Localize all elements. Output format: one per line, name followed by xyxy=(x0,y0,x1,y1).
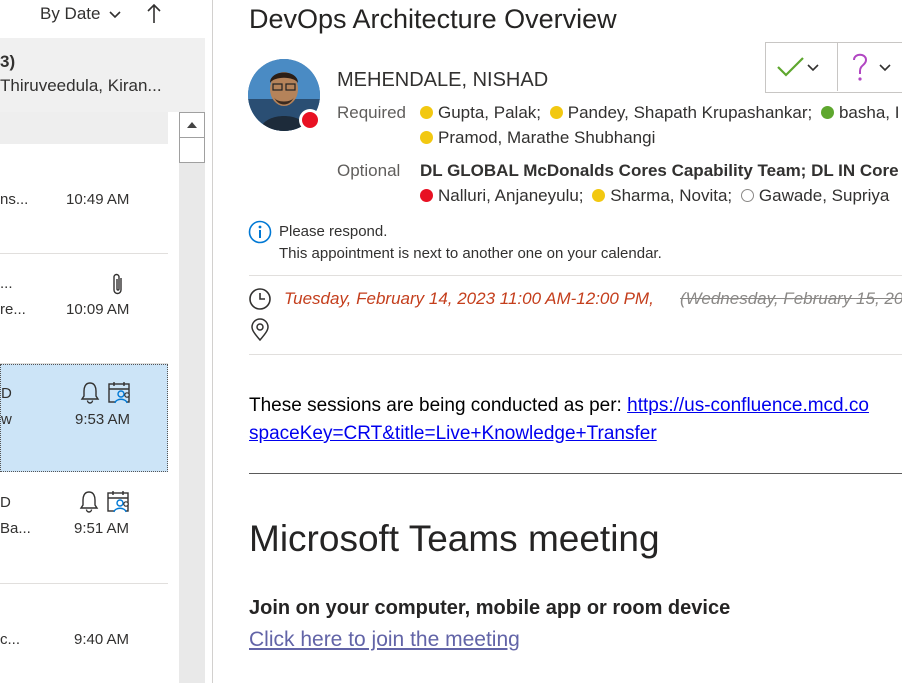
scroll-up-button[interactable] xyxy=(179,112,205,138)
list-item-sender: ... xyxy=(0,275,13,292)
list-item-time: 9:51 AM xyxy=(74,520,130,537)
body-paragraph: These sessions are being conducted as pe… xyxy=(249,395,869,417)
calendar-people-icon xyxy=(107,491,129,513)
required-attendees-line1: Gupta, Palak; Pandey, Shapath Krupashank… xyxy=(420,103,899,123)
list-item-preview: c... xyxy=(0,631,21,648)
list-item[interactable]: D Ba... 9:51 AM xyxy=(0,474,168,583)
info-please-respond: Please respond. xyxy=(279,223,388,240)
list-item[interactable]: ... re... 10:09 AM xyxy=(0,254,168,363)
divider xyxy=(837,42,838,91)
accept-check-icon[interactable] xyxy=(776,55,806,79)
triangle-up-icon xyxy=(187,122,197,128)
optional-distribution-lists[interactable]: DL GLOBAL McDonalds Cores Capability Tea… xyxy=(420,161,899,181)
join-meeting-link[interactable]: Click here to join the meeting xyxy=(249,628,520,652)
info-adjacent-appointment: This appointment is next to another one … xyxy=(279,245,662,262)
no-response-status-icon xyxy=(740,189,754,202)
tentative-question-icon[interactable] xyxy=(850,51,870,83)
attendee[interactable]: Pandey, Shapath Krupashankar; xyxy=(549,103,812,123)
location-pin-icon xyxy=(251,318,269,342)
paperclip-icon xyxy=(113,273,122,295)
tentative-status-icon xyxy=(549,106,563,119)
sort-arrow-up-icon[interactable] xyxy=(146,2,162,26)
list-item-preview: Ba... xyxy=(0,520,31,537)
divider xyxy=(249,354,902,355)
join-heading: Join on your computer, mobile app or roo… xyxy=(249,597,731,619)
attendee[interactable]: Gawade, Supriya xyxy=(740,186,889,206)
sort-bar: By Date xyxy=(0,0,205,38)
respond-buttons xyxy=(765,42,902,93)
attendee[interactable]: Pramod, Marathe Shubhangi xyxy=(420,128,655,148)
confluence-link-continued[interactable]: spaceKey=CRT&title=Live+Knowledge+Transf… xyxy=(249,423,657,445)
required-label: Required xyxy=(337,103,406,122)
meeting-time-new: Tuesday, February 14, 2023 11:00 AM-12:0… xyxy=(284,289,654,308)
required-attendees-line2: Pramod, Marathe Shubhangi xyxy=(420,128,655,148)
list-item-time: 9:40 AM xyxy=(74,631,130,648)
list-item-sender: D xyxy=(0,494,11,511)
list-item-time: 10:09 AM xyxy=(66,301,130,318)
list-item-time: 9:53 AM xyxy=(75,411,131,428)
tentative-status-icon xyxy=(420,131,433,144)
chevron-down-icon[interactable] xyxy=(878,61,892,75)
attendee[interactable]: Sharma, Novita; xyxy=(592,186,732,206)
list-item-sender: D xyxy=(1,385,12,402)
organizer-name[interactable]: MEHENDALE, NISHAD xyxy=(337,69,548,92)
divider xyxy=(249,473,902,474)
calendar-people-icon xyxy=(108,382,130,404)
bell-icon xyxy=(80,382,100,404)
meeting-subject: DevOps Architecture Overview xyxy=(249,4,617,34)
tentative-status-icon xyxy=(592,189,606,202)
conversation-group-header[interactable]: 3) Thiruveedula, Kiran... xyxy=(0,38,205,112)
sort-by-date-button[interactable]: By Date xyxy=(40,4,100,24)
divider xyxy=(249,275,902,276)
info-icon xyxy=(248,220,272,244)
list-item-time: 10:49 AM xyxy=(66,191,130,208)
optional-attendees-line2: Nalluri, Anjaneyulu; Sharma, Novita; Gaw… xyxy=(420,186,889,206)
attendee[interactable]: basha, I xyxy=(820,103,899,123)
attendee[interactable]: Nalluri, Anjaneyulu; xyxy=(420,186,584,206)
optional-label: Optional xyxy=(337,161,401,180)
busy-status-icon xyxy=(420,189,433,202)
group-participants: Thiruveedula, Kiran... xyxy=(0,76,162,95)
tentative-status-icon xyxy=(420,106,433,119)
accepted-status-icon xyxy=(820,106,834,119)
scrollbar-thumb[interactable] xyxy=(179,137,205,163)
list-item[interactable]: ns... 10:49 AM xyxy=(0,145,168,254)
list-item-selected[interactable]: D w 9:53 AM xyxy=(0,364,168,472)
clock-icon xyxy=(249,288,271,310)
bell-icon xyxy=(79,491,99,513)
list-item-preview: ns... xyxy=(0,191,29,208)
body-text: These sessions are being conducted as pe… xyxy=(249,395,628,416)
teams-meeting-title: Microsoft Teams meeting xyxy=(249,518,660,559)
confluence-link[interactable]: https://us-confluence.mcd.co xyxy=(627,395,869,416)
meeting-time-old: (Wednesday, February 15, 20 xyxy=(680,289,902,308)
group-count: 3) xyxy=(0,52,16,71)
chevron-down-icon[interactable] xyxy=(806,61,820,75)
attendee[interactable]: Gupta, Palak; xyxy=(420,103,541,123)
presence-busy-icon xyxy=(302,112,318,128)
message-list-pane: By Date 3) Thiruveedula, Kiran... ns... … xyxy=(0,0,212,683)
group-divider-strip xyxy=(0,112,168,144)
list-item[interactable]: c... 9:40 AM xyxy=(0,584,168,693)
chevron-down-icon[interactable] xyxy=(108,8,122,22)
pane-divider[interactable] xyxy=(212,0,213,683)
scrollbar-track[interactable] xyxy=(179,112,205,683)
list-item-preview: re... xyxy=(0,301,26,318)
list-item-preview: w xyxy=(1,411,12,428)
